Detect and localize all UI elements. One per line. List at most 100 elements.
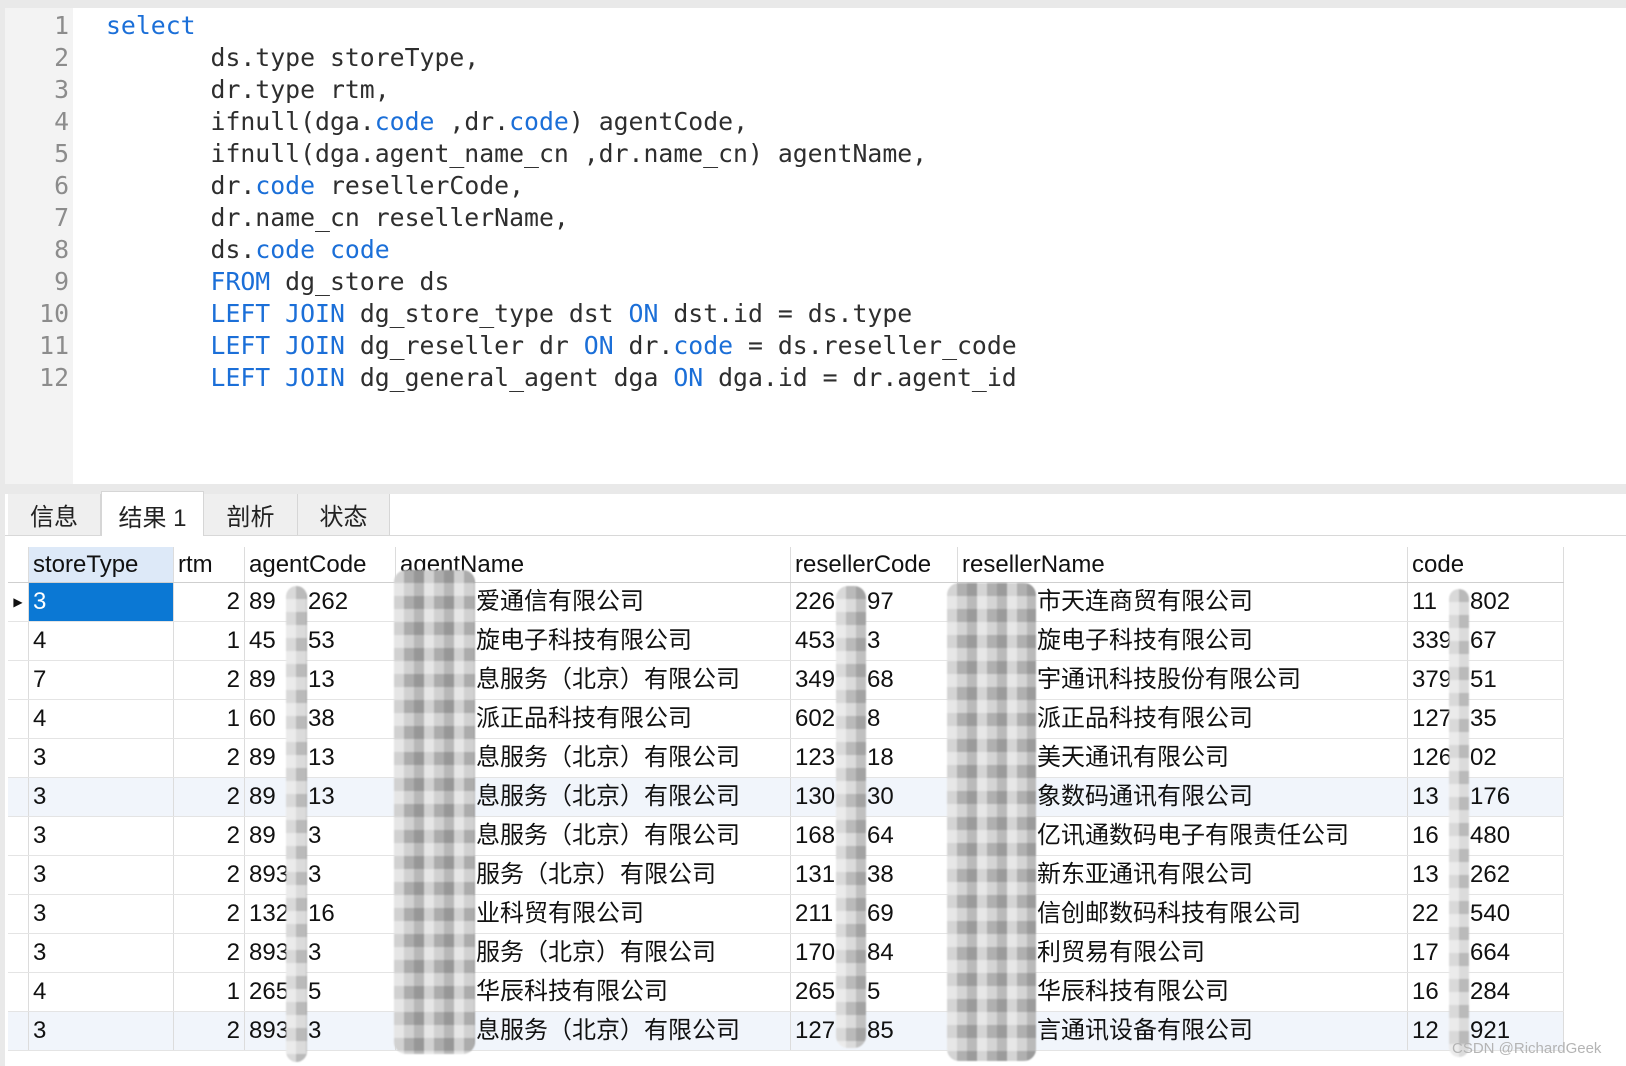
grid-cell-code[interactable]: 16 480: [1408, 817, 1564, 855]
grid-cell-resellercode[interactable]: 453 3: [791, 622, 958, 660]
grid-cell-rtm[interactable]: 1: [174, 622, 245, 660]
grid-cell-code[interactable]: 17 664: [1408, 934, 1564, 972]
grid-cell-storetype[interactable]: 4: [29, 700, 174, 738]
table-row[interactable]: 4 1 60 38 派正品科技有限公司 602 8 派正品科技有限公司 127 35: [8, 700, 1564, 739]
grid-cell-resellercode[interactable]: 211 69: [791, 895, 958, 933]
grid-cell-storetype[interactable]: 3: [29, 895, 174, 933]
grid-cell-storetype[interactable]: 4: [29, 622, 174, 660]
grid-cell-resellercode[interactable]: 130 30: [791, 778, 958, 816]
grid-cell-agentcode[interactable]: 89 13: [245, 778, 396, 816]
table-row[interactable]: 3 2 893 3 服务（北京）有限公司 131 38 新东亚通讯有限公司 13 262: [8, 856, 1564, 895]
code-text[interactable]: ifnull(dga.code ,dr.code) agentCode,: [106, 106, 748, 138]
code-text[interactable]: ifnull(dga.agent_name_cn ,dr.name_cn) ag…: [106, 138, 928, 170]
grid-cell-rtm[interactable]: 2: [174, 739, 245, 777]
row-indicator[interactable]: [8, 622, 29, 660]
grid-cell-rtm[interactable]: 2: [174, 934, 245, 972]
grid-cell-agentcode[interactable]: 45 53: [245, 622, 396, 660]
table-row[interactable]: 3 2 89 13 息服务（北京）有限公司 130 30 象数码通讯有限公司 13 176: [8, 778, 1564, 817]
grid-cell-storetype[interactable]: 3: [29, 739, 174, 777]
code-line[interactable]: 3 dr.type rtm,: [5, 74, 1626, 106]
grid-cell-rtm[interactable]: 2: [174, 1012, 245, 1050]
code-area[interactable]: 1 select 2 ds.type storeType, 3 dr.type rtm…: [5, 8, 1626, 484]
tab-result-1[interactable]: 结果 1: [101, 491, 204, 536]
grid-cell-rtm[interactable]: 2: [174, 661, 245, 699]
table-row[interactable]: 4 1 45 53 旋电子科技有限公司 453 3 旋电子科技有限公司 339 67: [8, 622, 1564, 661]
column-header-resellername[interactable]: resellerName: [958, 547, 1408, 582]
grid-cell-resellercode[interactable]: 349 68: [791, 661, 958, 699]
grid-cell-rtm[interactable]: 2: [174, 817, 245, 855]
sql-editor[interactable]: 1 select 2 ds.type storeType, 3 dr.type rtm…: [5, 8, 1626, 484]
column-header-rtm[interactable]: rtm: [174, 547, 245, 582]
row-indicator[interactable]: [8, 778, 29, 816]
grid-cell-resellercode[interactable]: 131 38: [791, 856, 958, 894]
grid-cell-resellercode[interactable]: 226 97: [791, 583, 958, 621]
grid-cell-code[interactable]: 11 802: [1408, 583, 1564, 621]
row-indicator[interactable]: [8, 661, 29, 699]
grid-cell-agentcode[interactable]: 89 262: [245, 583, 396, 621]
grid-cell-storetype[interactable]: 7: [29, 661, 174, 699]
grid-cell-agentcode[interactable]: 265 5: [245, 973, 396, 1011]
code-text[interactable]: ds.type storeType,: [106, 42, 480, 74]
grid-cell-code[interactable]: 379 51: [1408, 661, 1564, 699]
code-line[interactable]: 11 LEFT JOIN dg_reseller dr ON dr.code =…: [5, 330, 1626, 362]
table-row[interactable]: 3 2 89 13 息服务（北京）有限公司 123 18 美天通讯有限公司 126 02: [8, 739, 1564, 778]
code-text[interactable]: FROM dg_store ds: [106, 266, 450, 298]
code-text[interactable]: LEFT JOIN dg_reseller dr ON dr.code = ds…: [106, 330, 1017, 362]
grid-cell-resellercode[interactable]: 170 84: [791, 934, 958, 972]
grid-cell-storetype[interactable]: 3: [29, 778, 174, 816]
row-indicator[interactable]: [8, 1012, 29, 1050]
row-indicator[interactable]: [8, 934, 29, 972]
code-text[interactable]: dr.type rtm,: [106, 74, 390, 106]
grid-cell-agentcode[interactable]: 60 38: [245, 700, 396, 738]
column-header-storetype[interactable]: storeType: [29, 547, 174, 582]
grid-cell-agentcode[interactable]: 893 3: [245, 856, 396, 894]
code-line[interactable]: 5 ifnull(dga.agent_name_cn ,dr.name_cn) …: [5, 138, 1626, 170]
grid-cell-resellercode[interactable]: 127 85: [791, 1012, 958, 1050]
grid-cell-rtm[interactable]: 1: [174, 973, 245, 1011]
code-line[interactable]: 8 ds.code code: [5, 234, 1626, 266]
table-row[interactable]: 4 1 265 5 华辰科技有限公司 265 5 华辰科技有限公司 16 284: [8, 973, 1564, 1012]
grid-cell-agentcode[interactable]: 132 16: [245, 895, 396, 933]
code-line[interactable]: 7 dr.name_cn resellerName,: [5, 202, 1626, 234]
grid-cell-rtm[interactable]: 2: [174, 778, 245, 816]
code-text[interactable]: LEFT JOIN dg_general_agent dga ON dga.id…: [106, 362, 1017, 394]
grid-cell-rtm[interactable]: 2: [174, 895, 245, 933]
code-text[interactable]: dr.code resellerCode,: [106, 170, 525, 202]
column-header-resellercode[interactable]: resellerCode: [791, 547, 958, 582]
code-line[interactable]: 9 FROM dg_store ds: [5, 266, 1626, 298]
row-indicator[interactable]: [8, 817, 29, 855]
code-text[interactable]: select: [106, 10, 196, 42]
column-header-agentcode[interactable]: agentCode: [245, 547, 396, 582]
table-row[interactable]: 3 2 89 3 息服务（北京）有限公司 168 64 亿讯通数码电子有限责任公司 16 480: [8, 817, 1564, 856]
grid-cell-resellercode[interactable]: 602 8: [791, 700, 958, 738]
column-header-code[interactable]: code: [1408, 547, 1564, 582]
grid-cell-resellercode[interactable]: 168 64: [791, 817, 958, 855]
grid-cell-code[interactable]: 16 284: [1408, 973, 1564, 1011]
tab-status[interactable]: 状态: [298, 494, 390, 535]
code-line[interactable]: 2 ds.type storeType,: [5, 42, 1626, 74]
tab-profile[interactable]: 剖析: [204, 494, 298, 535]
row-indicator[interactable]: [8, 973, 29, 1011]
code-line[interactable]: 12 LEFT JOIN dg_general_agent dga ON dga…: [5, 362, 1626, 394]
grid-cell-storetype[interactable]: 3: [29, 856, 174, 894]
grid-cell-resellercode[interactable]: 265 5: [791, 973, 958, 1011]
grid-cell-storetype[interactable]: 3: [29, 583, 174, 621]
grid-cell-resellercode[interactable]: 123 18: [791, 739, 958, 777]
grid-cell-storetype[interactable]: 3: [29, 934, 174, 972]
row-indicator[interactable]: ▶: [8, 583, 29, 621]
table-row[interactable]: 3 2 132 16 业科贸有限公司 211 69 信创邮数码科技有限公司 22 540: [8, 895, 1564, 934]
grid-cell-storetype[interactable]: 3: [29, 817, 174, 855]
grid-cell-code[interactable]: 13 176: [1408, 778, 1564, 816]
code-text[interactable]: ds.code code: [106, 234, 390, 266]
table-row[interactable]: 7 2 89 13 息服务（北京）有限公司 349 68 宇通讯科技股份有限公司 379 51: [8, 661, 1564, 700]
row-indicator[interactable]: [8, 856, 29, 894]
grid-cell-storetype[interactable]: 3: [29, 1012, 174, 1050]
grid-cell-code[interactable]: 22 540: [1408, 895, 1564, 933]
grid-cell-code[interactable]: 126 02: [1408, 739, 1564, 777]
row-indicator[interactable]: [8, 700, 29, 738]
code-line[interactable]: 10 LEFT JOIN dg_store_type dst ON dst.id…: [5, 298, 1626, 330]
row-indicator[interactable]: [8, 895, 29, 933]
row-indicator[interactable]: [8, 739, 29, 777]
grid-cell-code[interactable]: 127 35: [1408, 700, 1564, 738]
code-line[interactable]: 4 ifnull(dga.code ,dr.code) agentCode,: [5, 106, 1626, 138]
